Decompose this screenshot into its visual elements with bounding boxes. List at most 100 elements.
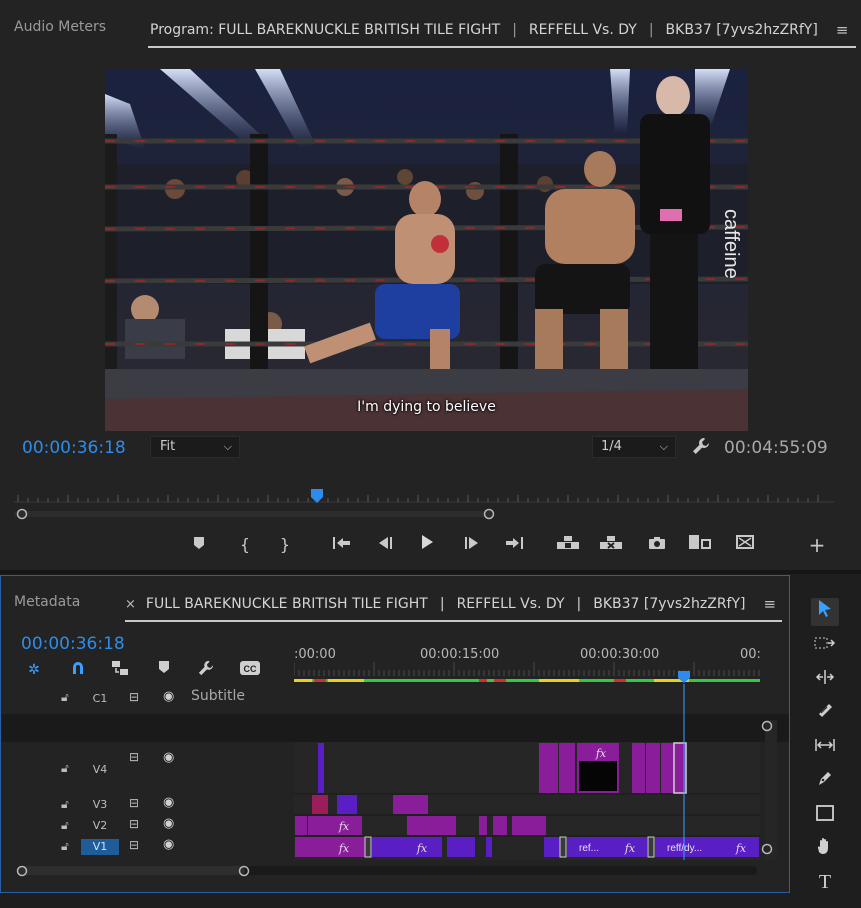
playhead-marker[interactable]	[311, 489, 323, 503]
panel-divider[interactable]	[0, 570, 861, 574]
overwrite-button[interactable]	[732, 532, 758, 558]
track-header-v2[interactable]: 🔓︎ V2 ⊟ ◉	[1, 815, 293, 836]
lift-button[interactable]	[555, 532, 581, 558]
rectangle-tool-icon[interactable]	[811, 802, 839, 830]
add-marker-icon[interactable]	[153, 660, 175, 680]
track-name-v2[interactable]: V2	[81, 818, 119, 834]
vertical-scrollbar[interactable]	[761, 720, 781, 860]
program-scrubber[interactable]	[14, 488, 834, 528]
add-button-plus-icon[interactable]: +	[804, 532, 830, 558]
step-forward-button[interactable]	[459, 532, 485, 558]
toggle-sync-icon[interactable]: ⊟	[129, 817, 139, 831]
track-select-forward-icon[interactable]	[811, 632, 839, 660]
video-frame[interactable]: caffeine I'm dying to believe	[105, 69, 748, 431]
linked-selection-icon[interactable]	[109, 660, 131, 680]
toggle-sync-icon[interactable]: ⊟	[129, 690, 139, 704]
timeline-clips[interactable]: fx fx fx fx ref... fx reff/dy... fx	[294, 684, 760, 860]
clip[interactable]	[312, 795, 328, 814]
toggle-sync-icon[interactable]: ⊟	[129, 750, 139, 764]
eye-icon[interactable]: ◉	[163, 837, 174, 852]
eye-icon[interactable]: ◉	[163, 795, 174, 810]
horizontal-scrollbar[interactable]	[1, 861, 789, 881]
timeline-toolbar: ✲ CC	[21, 660, 271, 680]
clip[interactable]	[479, 816, 487, 835]
clip[interactable]	[372, 837, 442, 857]
clip-label-ref: ref...	[579, 843, 599, 854]
eye-icon[interactable]: ◉	[163, 816, 174, 831]
go-to-in-button[interactable]	[329, 532, 355, 558]
track-header-v1[interactable]: 🔓︎ V1 ⊟ ◉	[1, 836, 293, 858]
lock-icon[interactable]: 🔓︎	[61, 761, 69, 776]
clip[interactable]	[493, 816, 507, 835]
settings-wrench-icon[interactable]	[692, 437, 710, 460]
clip[interactable]	[407, 816, 456, 835]
razor-tool-icon[interactable]	[811, 700, 839, 728]
hand-tool-icon[interactable]	[811, 836, 839, 864]
nest-sequence-icon[interactable]: ✲	[23, 660, 45, 680]
close-icon[interactable]: ×	[125, 597, 136, 612]
tab-program[interactable]: Program: FULL BAREKNUCKLE BRITISH TILE F…	[148, 14, 857, 48]
slip-tool-icon[interactable]	[811, 734, 839, 762]
resolution-select[interactable]: 1/4 ⌵	[592, 436, 676, 458]
go-to-out-button[interactable]	[501, 532, 527, 558]
lock-icon[interactable]: 🔓︎	[61, 797, 69, 812]
clip[interactable]	[318, 743, 324, 793]
clip[interactable]	[632, 743, 686, 793]
add-marker-button[interactable]	[186, 532, 212, 558]
clip[interactable]	[295, 816, 307, 835]
timeline-time-ruler[interactable]: :00:00 00:00:15:00 00:00:30:00 00:	[294, 644, 761, 688]
lock-icon[interactable]: 🔓︎	[61, 839, 69, 854]
track-name-v1[interactable]: V1	[81, 839, 119, 855]
zoom-select[interactable]: Fit ⌵	[150, 436, 240, 458]
track-header-c1[interactable]: 🔓︎ C1 ⊟ ◉ Subtitle	[1, 684, 293, 714]
track-header-v4[interactable]: 🔓︎ V4 ⊟ ◉	[1, 742, 293, 794]
tab-audio-meters[interactable]: Audio Meters	[14, 19, 106, 35]
tab-sequence[interactable]: × FULL BAREKNUCKLE BRITISH TILE FIGHT | …	[125, 588, 783, 622]
insert-button[interactable]	[687, 532, 713, 558]
clip[interactable]	[447, 837, 475, 857]
mark-in-button[interactable]: {	[232, 532, 258, 558]
panel-menu-icon[interactable]: ≡	[836, 21, 849, 39]
timeline-settings-wrench-icon[interactable]	[195, 660, 217, 680]
lock-icon[interactable]: 🔓︎	[61, 818, 69, 833]
clip[interactable]	[393, 795, 428, 814]
track-header-v3[interactable]: 🔓︎ V3 ⊟ ◉	[1, 794, 293, 815]
track-name-v4[interactable]: V4	[81, 762, 119, 778]
play-button[interactable]	[414, 532, 440, 558]
sequence-title-part-2: REFFELL Vs. DY	[456, 596, 565, 612]
clip[interactable]	[539, 743, 575, 793]
eye-icon[interactable]: ◉	[163, 689, 174, 704]
clip[interactable]	[337, 795, 357, 814]
extract-button[interactable]	[598, 532, 624, 558]
tools-panel: T	[800, 590, 852, 900]
scrubber-ruler[interactable]	[14, 488, 834, 528]
track-name-v3[interactable]: V3	[81, 797, 119, 813]
export-frame-camera-icon[interactable]	[644, 532, 670, 558]
sequence-title-part-1: FULL BAREKNUCKLE BRITISH TILE FIGHT	[145, 596, 428, 612]
clip[interactable]	[486, 837, 492, 857]
panel-menu-icon[interactable]: ≡	[764, 595, 777, 613]
video-scene: caffeine	[105, 69, 748, 431]
tab-metadata[interactable]: Metadata	[14, 594, 80, 610]
clip[interactable]	[544, 837, 560, 857]
captions-cc-icon[interactable]: CC	[237, 660, 263, 680]
type-tool-icon[interactable]: T	[811, 868, 839, 896]
clip[interactable]	[295, 837, 365, 857]
track-name-c1[interactable]: C1	[81, 691, 119, 707]
zoom-scrollbar[interactable]	[14, 511, 494, 517]
clip-fx-label: fx	[416, 842, 428, 855]
selection-tool-arrow-icon[interactable]	[811, 598, 839, 626]
sequence-current-timecode[interactable]: 00:00:36:18	[21, 634, 125, 654]
clip[interactable]	[308, 816, 362, 835]
pen-tool-icon[interactable]	[811, 768, 839, 796]
eye-icon[interactable]: ◉	[163, 750, 174, 765]
step-back-button[interactable]	[372, 532, 398, 558]
snap-magnet-icon[interactable]	[67, 660, 89, 680]
clip[interactable]	[512, 816, 546, 835]
toggle-sync-icon[interactable]: ⊟	[129, 838, 139, 852]
toggle-sync-icon[interactable]: ⊟	[129, 796, 139, 810]
lock-icon[interactable]: 🔓︎	[61, 690, 69, 705]
mark-out-button[interactable]: }	[272, 532, 298, 558]
program-current-timecode[interactable]: 00:00:36:18	[22, 438, 126, 458]
ripple-edit-icon[interactable]	[811, 666, 839, 694]
